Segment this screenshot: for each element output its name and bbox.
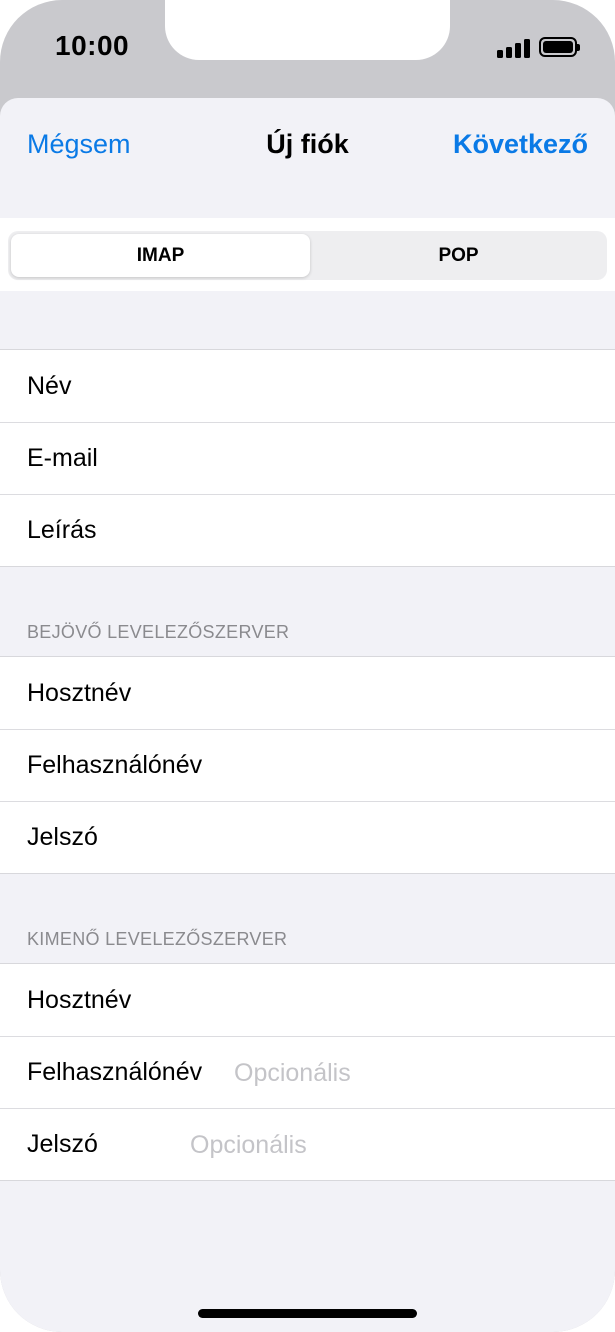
description-label: Leírás xyxy=(27,516,97,544)
email-field[interactable] xyxy=(190,442,595,476)
incoming-hostname-field[interactable] xyxy=(234,677,595,711)
incoming-server-group: Hosztnév Felhasználónév Jelszó xyxy=(0,656,615,874)
new-account-sheet: Mégsem Új fiók Következő IMAP POP Név E-… xyxy=(0,98,615,1332)
protocol-segmented-control: IMAP POP xyxy=(8,231,607,280)
description-field[interactable] xyxy=(190,514,595,548)
device-frame: 10:00 Mégsem Új fiók Következő IMAP POP … xyxy=(0,0,615,1332)
outgoing-username-row[interactable]: Felhasználónév xyxy=(0,1036,615,1108)
incoming-username-label: Felhasználónév xyxy=(27,751,203,779)
email-label: E-mail xyxy=(27,444,98,472)
outgoing-hostname-field[interactable] xyxy=(234,984,595,1018)
outgoing-server-group: Hosztnév Felhasználónév Jelszó xyxy=(0,963,615,1181)
home-indicator[interactable] xyxy=(198,1309,417,1318)
outgoing-hostname-row[interactable]: Hosztnév xyxy=(0,964,615,1036)
segment-pop[interactable]: POP xyxy=(310,234,607,277)
outgoing-password-row[interactable]: Jelszó xyxy=(0,1108,615,1180)
email-row[interactable]: E-mail xyxy=(0,422,615,494)
battery-icon xyxy=(539,37,580,57)
incoming-password-label: Jelszó xyxy=(27,823,98,851)
outgoing-password-label: Jelszó xyxy=(27,1130,98,1158)
name-row[interactable]: Név xyxy=(0,350,615,422)
cellular-signal-icon xyxy=(497,38,531,58)
incoming-username-row[interactable]: Felhasználónév xyxy=(0,729,615,801)
incoming-password-field[interactable] xyxy=(234,821,595,855)
name-label: Név xyxy=(27,372,72,400)
incoming-password-row[interactable]: Jelszó xyxy=(0,801,615,873)
outgoing-password-field[interactable] xyxy=(190,1128,595,1162)
incoming-hostname-label: Hosztnév xyxy=(27,679,132,707)
name-field[interactable] xyxy=(190,370,595,404)
incoming-server-header: BEJÖVŐ LEVELEZŐSZERVER xyxy=(27,622,290,642)
notch xyxy=(165,0,450,60)
account-info-group: Név E-mail Leírás xyxy=(0,349,615,567)
outgoing-hostname-label: Hosztnév xyxy=(27,986,132,1014)
segment-imap[interactable]: IMAP xyxy=(11,234,310,277)
status-time: 10:00 xyxy=(55,30,130,61)
incoming-username-field[interactable] xyxy=(234,749,595,783)
outgoing-username-label: Felhasználónév xyxy=(27,1058,203,1086)
next-button[interactable]: Következő xyxy=(453,129,588,160)
description-row[interactable]: Leírás xyxy=(0,494,615,566)
outgoing-server-header: KIMENŐ LEVELEZŐSZERVER xyxy=(27,929,288,949)
incoming-hostname-row[interactable]: Hosztnév xyxy=(0,657,615,729)
outgoing-username-field[interactable] xyxy=(234,1056,595,1090)
protocol-selector-bar: IMAP POP xyxy=(0,218,615,291)
navigation-bar: Mégsem Új fiók Következő xyxy=(0,98,615,218)
